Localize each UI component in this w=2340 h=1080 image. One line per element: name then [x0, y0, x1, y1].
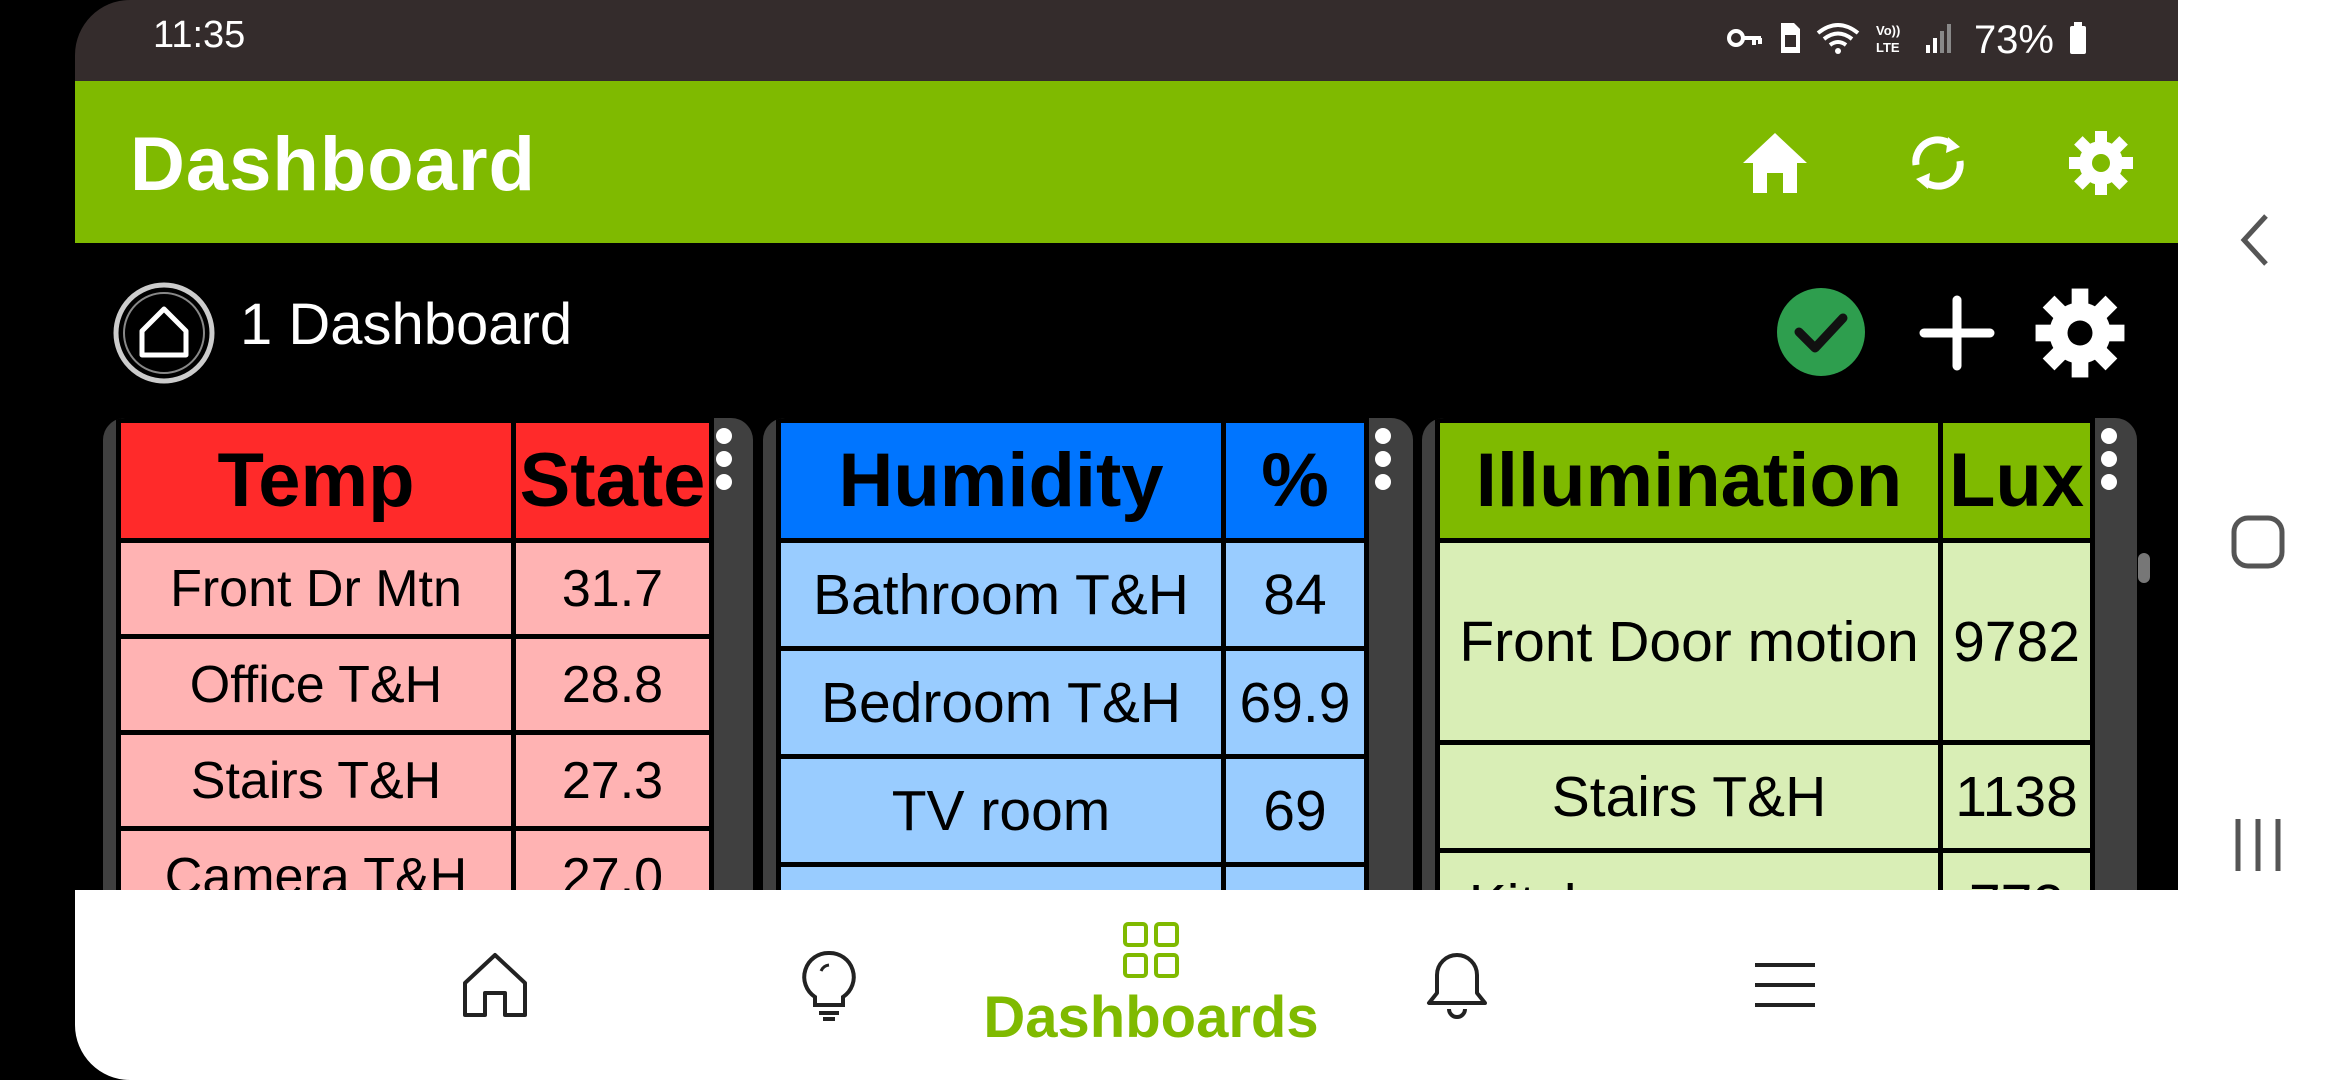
home-button[interactable]: [1735, 123, 1815, 203]
signal-icon: [1924, 21, 1954, 60]
bottom-nav: Dashboards: [75, 890, 2178, 1080]
device-value: 28.8: [511, 634, 714, 735]
column-header: Illumination: [1435, 418, 1943, 543]
system-home-button[interactable]: [2208, 492, 2308, 592]
screen: 11:35 Vo)) LTE 73% Dashboard 1 Dashboard…: [0, 0, 2340, 1080]
device-value: 27.3: [511, 730, 714, 831]
device-name: Office T&H: [116, 634, 516, 735]
sync-icon: [1912, 136, 1964, 190]
device-value: 1138: [1938, 740, 2095, 853]
column-header: Humidity: [776, 418, 1226, 543]
device-value: 9782: [1938, 538, 2095, 745]
check-icon[interactable]: [1775, 286, 1867, 378]
column-header: Lux: [1938, 418, 2095, 543]
recents-button[interactable]: [2208, 795, 2308, 895]
device-name: TV room: [776, 754, 1226, 867]
bell-icon: [1427, 953, 1487, 1019]
plus-icon[interactable]: [1912, 288, 2002, 378]
illumination-table: Illumination Lux Front Door motion 9782 …: [1435, 418, 2095, 918]
device-value: 84: [1221, 538, 1369, 651]
back-button[interactable]: [2208, 190, 2308, 290]
nav-notifications[interactable]: [1387, 890, 1527, 1080]
back-icon: [2240, 214, 2268, 266]
battery-percent: 73%: [1973, 17, 2054, 62]
app-bar: Dashboard: [75, 81, 2178, 243]
device-name: Front Door motion: [1435, 538, 1943, 745]
nav-menu[interactable]: [1715, 890, 1855, 1080]
status-time: 11:35: [153, 14, 246, 56]
table-row[interactable]: Bathroom T&H 84: [776, 538, 1369, 651]
device-name: Bedroom T&H: [776, 646, 1226, 759]
lightbulb-icon: [802, 950, 856, 1021]
table-header-row: Illumination Lux: [1435, 418, 2095, 543]
more-vert-icon[interactable]: [1375, 428, 1395, 497]
table-row[interactable]: TV room 69: [776, 754, 1369, 867]
more-vert-icon[interactable]: [716, 428, 736, 497]
nav-dashboards[interactable]: Dashboards: [951, 890, 1351, 1080]
temp-card[interactable]: Temp State Front Dr Mtn 31.7 Office T&H …: [103, 418, 753, 918]
temp-table: Temp State Front Dr Mtn 31.7 Office T&H …: [116, 418, 714, 918]
settings-button[interactable]: [2061, 123, 2141, 203]
volte-icon: Vo)) LTE: [1874, 21, 1910, 60]
illumination-card[interactable]: Illumination Lux Front Door motion 9782 …: [1422, 418, 2137, 918]
key-icon: [1726, 23, 1764, 58]
dashboards-icon: [1123, 921, 1179, 978]
humidity-card[interactable]: Humidity % Bathroom T&H 84 Bedroom T&H 6…: [763, 418, 1413, 918]
recents-icon: [2235, 819, 2281, 871]
table-header-row: Temp State: [116, 418, 714, 543]
table-row[interactable]: Front Door motion 9782: [1435, 538, 2095, 745]
table-row[interactable]: Bedroom T&H 69.9: [776, 646, 1369, 759]
device-name: Front Dr Mtn: [116, 538, 516, 639]
refresh-button[interactable]: [1898, 123, 1978, 203]
device-name: Stairs T&H: [1435, 740, 1943, 853]
wifi-icon: [1816, 21, 1860, 60]
table-header-row: Humidity %: [776, 418, 1369, 543]
humidity-table: Humidity % Bathroom T&H 84 Bedroom T&H 6…: [776, 418, 1369, 918]
column-header: Temp: [116, 418, 516, 543]
svg-text:LTE: LTE: [1876, 40, 1900, 55]
nav-home[interactable]: [425, 890, 565, 1080]
more-vert-icon[interactable]: [2101, 428, 2121, 497]
home-icon: [2231, 515, 2285, 569]
table-row[interactable]: Stairs T&H 27.3: [116, 730, 714, 831]
column-header: State: [511, 418, 714, 543]
column-header: %: [1221, 418, 1369, 543]
table-row[interactable]: Front Dr Mtn 31.7: [116, 538, 714, 639]
system-nav: [2178, 0, 2340, 1080]
scrollbar[interactable]: [2138, 553, 2150, 583]
status-icons: Vo)) LTE 73%: [1726, 16, 2088, 64]
status-bar: 11:35 Vo)) LTE 73%: [75, 0, 2178, 81]
table-row[interactable]: Office T&H 28.8: [116, 634, 714, 735]
svg-text:Vo)): Vo)): [1876, 23, 1900, 38]
dashboard-home-icon[interactable]: [112, 281, 216, 385]
settings-icon: [2069, 131, 2133, 195]
menu-icon: [1755, 963, 1815, 1007]
home-icon: [463, 953, 527, 1017]
nav-dashboards-label: Dashboards: [983, 984, 1319, 1050]
table-row[interactable]: Stairs T&H 1138: [1435, 740, 2095, 853]
sim-card-icon: [1778, 21, 1802, 60]
device-value: 31.7: [511, 538, 714, 639]
device-value: 69.9: [1221, 646, 1369, 759]
device-value: 69: [1221, 754, 1369, 867]
dashboard-name[interactable]: 1 Dashboard: [240, 291, 572, 358]
page-title: Dashboard: [130, 122, 536, 207]
nav-devices[interactable]: [759, 890, 899, 1080]
battery-icon: [2068, 21, 2088, 60]
home-icon: [1743, 133, 1807, 193]
dashboard-header: 1 Dashboard: [75, 243, 2178, 413]
device-name: Bathroom T&H: [776, 538, 1226, 651]
settings-icon[interactable]: [2030, 283, 2130, 383]
device-name: Stairs T&H: [116, 730, 516, 831]
